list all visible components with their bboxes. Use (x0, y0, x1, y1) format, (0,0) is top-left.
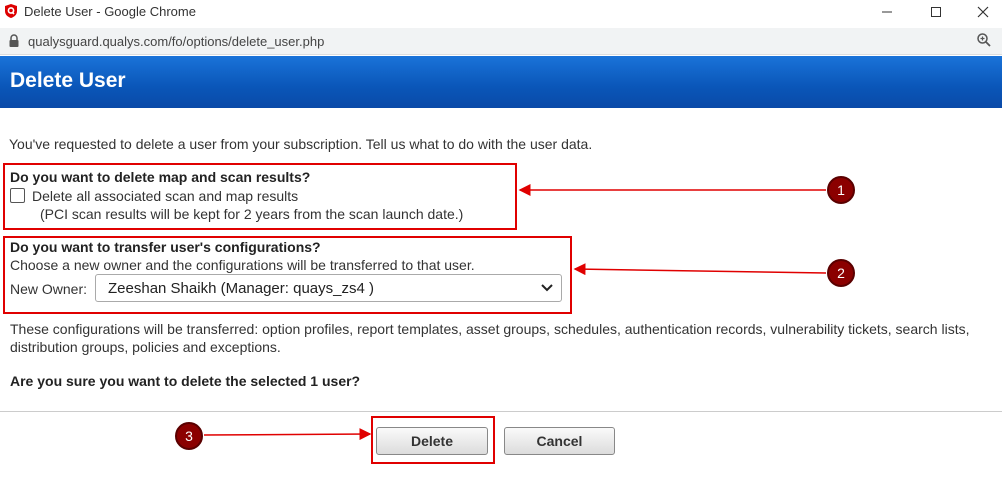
annotation-marker-2: 2 (827, 259, 855, 287)
arrow-3 (203, 428, 372, 441)
arrow-2 (573, 263, 827, 276)
annotation-marker-1: 1 (827, 176, 855, 204)
annotation-arrows (203, 184, 827, 441)
annotation-marker-3: 3 (175, 422, 203, 450)
